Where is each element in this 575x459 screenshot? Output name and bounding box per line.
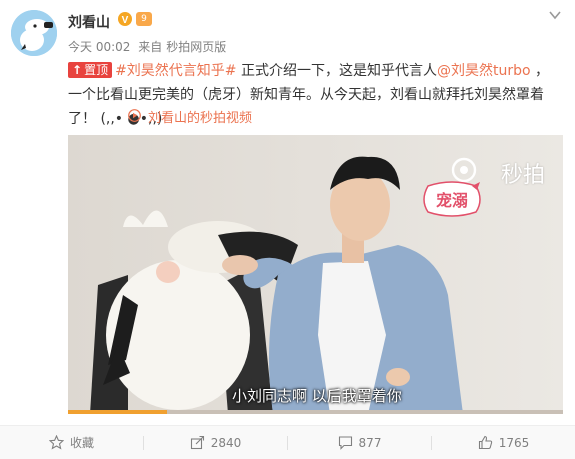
thumbs-up-icon [478,435,492,450]
comment-count: 877 [358,435,382,450]
post-meta: 今天 00:02 来自 秒拍网页版 [68,38,230,55]
video-progress-fill [68,410,167,414]
video-sticker: 宠溺 [435,191,468,210]
svg-text:V: V [122,15,129,26]
play-circle-icon[interactable] [128,109,141,122]
pin-badge: ↑ 置顶 [68,62,113,78]
post-text-part1: 正式介绍一下，这是知乎代言人 [236,63,437,79]
video-link[interactable]: 刘看山的秒拍视频 [148,107,252,126]
mention-link[interactable]: @刘昊然turbo [437,63,531,79]
video-frame [68,135,563,414]
comment-button[interactable]: 877 [288,426,431,459]
star-icon [48,435,64,450]
action-bar: 收藏 2840 877 1765 [0,425,575,459]
avatar-image [11,10,57,56]
like-count: 1765 [498,435,530,450]
video-watermark: 秒拍 [500,163,545,188]
post-source[interactable]: 秒拍网页版 [166,40,226,54]
video-player[interactable]: 秒拍 宠溺 小刘同志啊 以后我罩着你 [68,135,563,414]
share-count: 2840 [210,435,242,450]
username[interactable]: 刘看山 [68,12,110,32]
video-progress-bar[interactable] [68,410,563,414]
video-subtitle: 小刘同志啊 以后我罩着你 [232,387,402,405]
share-icon [190,435,204,450]
source-prefix: 来自 [138,40,163,54]
favorite-label: 收藏 [69,436,94,450]
level-badge[interactable]: 9 [136,12,152,26]
chevron-down-icon[interactable] [547,8,563,22]
verified-badge-icon[interactable]: V [118,12,132,26]
topic-link[interactable]: #刘昊然代言知乎# [115,63,236,79]
comment-icon [338,436,352,450]
post-time[interactable]: 今天 00:02 [68,40,130,54]
favorite-button[interactable]: 收藏 [0,426,143,459]
pin-icon: ↑ [72,63,83,77]
avatar[interactable] [11,10,57,56]
like-button[interactable]: 1765 [432,426,575,459]
share-button[interactable]: 2840 [144,426,287,459]
post-text: ↑ 置顶 #刘昊然代言知乎# 正式介绍一下，这是知乎代言人@刘昊然turbo ，一个… [68,59,563,131]
